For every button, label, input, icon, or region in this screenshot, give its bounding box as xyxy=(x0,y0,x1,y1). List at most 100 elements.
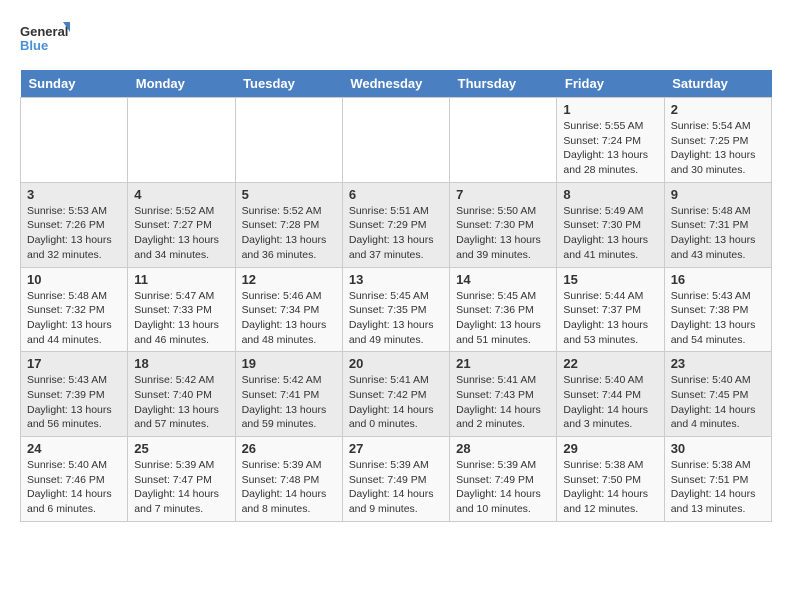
day-cell xyxy=(342,98,449,183)
day-detail: Sunrise: 5:44 AM Sunset: 7:37 PM Dayligh… xyxy=(563,290,648,346)
day-number: 17 xyxy=(27,356,121,371)
day-detail: Sunrise: 5:52 AM Sunset: 7:27 PM Dayligh… xyxy=(134,205,219,261)
day-detail: Sunrise: 5:39 AM Sunset: 7:47 PM Dayligh… xyxy=(134,459,219,515)
day-cell: 6 Sunrise: 5:51 AM Sunset: 7:29 PM Daylig… xyxy=(342,182,449,267)
day-cell: 26Sunrise: 5:39 AM Sunset: 7:48 PM Dayli… xyxy=(235,437,342,522)
day-number: 14 xyxy=(456,272,550,287)
day-cell xyxy=(450,98,557,183)
day-cell: 14 Sunrise: 5:45 AM Sunset: 7:36 PM Dayli… xyxy=(450,267,557,352)
day-number: 21 xyxy=(456,356,550,371)
day-number: 7 xyxy=(456,187,550,202)
header-cell-sunday: Sunday xyxy=(21,70,128,98)
day-detail: Sunrise: 5:42 AM Sunset: 7:40 PM Dayligh… xyxy=(134,374,219,430)
day-detail: Sunrise: 5:47 AM Sunset: 7:33 PM Dayligh… xyxy=(134,290,219,346)
svg-text:General: General xyxy=(20,24,68,39)
week-row: 10Sunrise: 5:48 AM Sunset: 7:32 PM Dayli… xyxy=(21,267,772,352)
svg-text:Blue: Blue xyxy=(20,38,48,53)
day-cell: 27 Sunrise: 5:39 AM Sunset: 7:49 PM Dayli… xyxy=(342,437,449,522)
day-detail: Sunrise: 5:39 AM Sunset: 7:49 PM Dayligh… xyxy=(456,459,541,515)
day-cell: 2Sunrise: 5:54 AM Sunset: 7:25 PM Daylig… xyxy=(664,98,771,183)
day-cell: 1 Sunrise: 5:55 AM Sunset: 7:24 PM Daylig… xyxy=(557,98,664,183)
week-row: 1 Sunrise: 5:55 AM Sunset: 7:24 PM Daylig… xyxy=(21,98,772,183)
day-cell: 25 Sunrise: 5:39 AM Sunset: 7:47 PM Dayli… xyxy=(128,437,235,522)
day-detail: Sunrise: 5:39 AM Sunset: 7:48 PM Dayligh… xyxy=(242,459,327,515)
day-detail: Sunrise: 5:43 AM Sunset: 7:38 PM Dayligh… xyxy=(671,290,756,346)
day-number: 1 xyxy=(563,102,657,117)
day-detail: Sunrise: 5:48 AM Sunset: 7:31 PM Dayligh… xyxy=(671,205,756,261)
day-cell xyxy=(21,98,128,183)
header-cell-wednesday: Wednesday xyxy=(342,70,449,98)
day-detail: Sunrise: 5:51 AM Sunset: 7:29 PM Dayligh… xyxy=(349,205,434,261)
header-row: SundayMondayTuesdayWednesdayThursdayFrid… xyxy=(21,70,772,98)
day-detail: Sunrise: 5:41 AM Sunset: 7:42 PM Dayligh… xyxy=(349,374,434,430)
day-cell: 30Sunrise: 5:38 AM Sunset: 7:51 PM Dayli… xyxy=(664,437,771,522)
day-cell: 18Sunrise: 5:42 AM Sunset: 7:40 PM Dayli… xyxy=(128,352,235,437)
day-cell: 22 Sunrise: 5:40 AM Sunset: 7:44 PM Dayli… xyxy=(557,352,664,437)
day-detail: Sunrise: 5:50 AM Sunset: 7:30 PM Dayligh… xyxy=(456,205,541,261)
week-row: 17 Sunrise: 5:43 AM Sunset: 7:39 PM Dayli… xyxy=(21,352,772,437)
day-number: 11 xyxy=(134,272,228,287)
day-number: 29 xyxy=(563,441,657,456)
day-detail: Sunrise: 5:43 AM Sunset: 7:39 PM Dayligh… xyxy=(27,374,112,430)
day-cell: 10Sunrise: 5:48 AM Sunset: 7:32 PM Dayli… xyxy=(21,267,128,352)
day-cell: 5Sunrise: 5:52 AM Sunset: 7:28 PM Daylig… xyxy=(235,182,342,267)
day-cell: 11 Sunrise: 5:47 AM Sunset: 7:33 PM Dayli… xyxy=(128,267,235,352)
day-detail: Sunrise: 5:40 AM Sunset: 7:45 PM Dayligh… xyxy=(671,374,756,430)
day-detail: Sunrise: 5:40 AM Sunset: 7:46 PM Dayligh… xyxy=(27,459,112,515)
day-number: 15 xyxy=(563,272,657,287)
day-cell: 7 Sunrise: 5:50 AM Sunset: 7:30 PM Daylig… xyxy=(450,182,557,267)
week-row: 24 Sunrise: 5:40 AM Sunset: 7:46 PM Dayli… xyxy=(21,437,772,522)
day-number: 10 xyxy=(27,272,121,287)
page-header: General Blue xyxy=(20,20,772,60)
day-number: 2 xyxy=(671,102,765,117)
day-detail: Sunrise: 5:41 AM Sunset: 7:43 PM Dayligh… xyxy=(456,374,541,430)
day-number: 3 xyxy=(27,187,121,202)
day-number: 16 xyxy=(671,272,765,287)
day-number: 22 xyxy=(563,356,657,371)
day-cell: 17 Sunrise: 5:43 AM Sunset: 7:39 PM Dayli… xyxy=(21,352,128,437)
day-detail: Sunrise: 5:46 AM Sunset: 7:34 PM Dayligh… xyxy=(242,290,327,346)
calendar-header: SundayMondayTuesdayWednesdayThursdayFrid… xyxy=(21,70,772,98)
day-cell: 12 Sunrise: 5:46 AM Sunset: 7:34 PM Dayli… xyxy=(235,267,342,352)
calendar-table: SundayMondayTuesdayWednesdayThursdayFrid… xyxy=(20,70,772,522)
day-cell: 24 Sunrise: 5:40 AM Sunset: 7:46 PM Dayli… xyxy=(21,437,128,522)
day-number: 9 xyxy=(671,187,765,202)
day-cell: 28 Sunrise: 5:39 AM Sunset: 7:49 PM Dayli… xyxy=(450,437,557,522)
day-number: 23 xyxy=(671,356,765,371)
logo: General Blue xyxy=(20,20,70,60)
calendar-body: 1 Sunrise: 5:55 AM Sunset: 7:24 PM Daylig… xyxy=(21,98,772,522)
day-number: 8 xyxy=(563,187,657,202)
day-cell: 9 Sunrise: 5:48 AM Sunset: 7:31 PM Daylig… xyxy=(664,182,771,267)
day-number: 19 xyxy=(242,356,336,371)
day-cell: 19Sunrise: 5:42 AM Sunset: 7:41 PM Dayli… xyxy=(235,352,342,437)
day-cell: 8 Sunrise: 5:49 AM Sunset: 7:30 PM Daylig… xyxy=(557,182,664,267)
header-cell-saturday: Saturday xyxy=(664,70,771,98)
day-cell: 4Sunrise: 5:52 AM Sunset: 7:27 PM Daylig… xyxy=(128,182,235,267)
day-number: 24 xyxy=(27,441,121,456)
day-number: 5 xyxy=(242,187,336,202)
header-cell-monday: Monday xyxy=(128,70,235,98)
day-detail: Sunrise: 5:38 AM Sunset: 7:50 PM Dayligh… xyxy=(563,459,648,515)
day-cell: 21 Sunrise: 5:41 AM Sunset: 7:43 PM Dayli… xyxy=(450,352,557,437)
day-number: 12 xyxy=(242,272,336,287)
day-detail: Sunrise: 5:45 AM Sunset: 7:35 PM Dayligh… xyxy=(349,290,434,346)
day-cell: 13Sunrise: 5:45 AM Sunset: 7:35 PM Dayli… xyxy=(342,267,449,352)
day-number: 28 xyxy=(456,441,550,456)
day-detail: Sunrise: 5:45 AM Sunset: 7:36 PM Dayligh… xyxy=(456,290,541,346)
day-cell: 23 Sunrise: 5:40 AM Sunset: 7:45 PM Dayli… xyxy=(664,352,771,437)
day-number: 27 xyxy=(349,441,443,456)
logo-svg: General Blue xyxy=(20,20,70,60)
day-number: 30 xyxy=(671,441,765,456)
day-detail: Sunrise: 5:40 AM Sunset: 7:44 PM Dayligh… xyxy=(563,374,648,430)
day-cell: 29 Sunrise: 5:38 AM Sunset: 7:50 PM Dayli… xyxy=(557,437,664,522)
header-cell-tuesday: Tuesday xyxy=(235,70,342,98)
day-detail: Sunrise: 5:49 AM Sunset: 7:30 PM Dayligh… xyxy=(563,205,648,261)
day-detail: Sunrise: 5:55 AM Sunset: 7:24 PM Dayligh… xyxy=(563,120,648,176)
day-number: 20 xyxy=(349,356,443,371)
header-cell-friday: Friday xyxy=(557,70,664,98)
day-cell: 3Sunrise: 5:53 AM Sunset: 7:26 PM Daylig… xyxy=(21,182,128,267)
day-number: 25 xyxy=(134,441,228,456)
day-number: 6 xyxy=(349,187,443,202)
day-detail: Sunrise: 5:39 AM Sunset: 7:49 PM Dayligh… xyxy=(349,459,434,515)
day-cell xyxy=(128,98,235,183)
